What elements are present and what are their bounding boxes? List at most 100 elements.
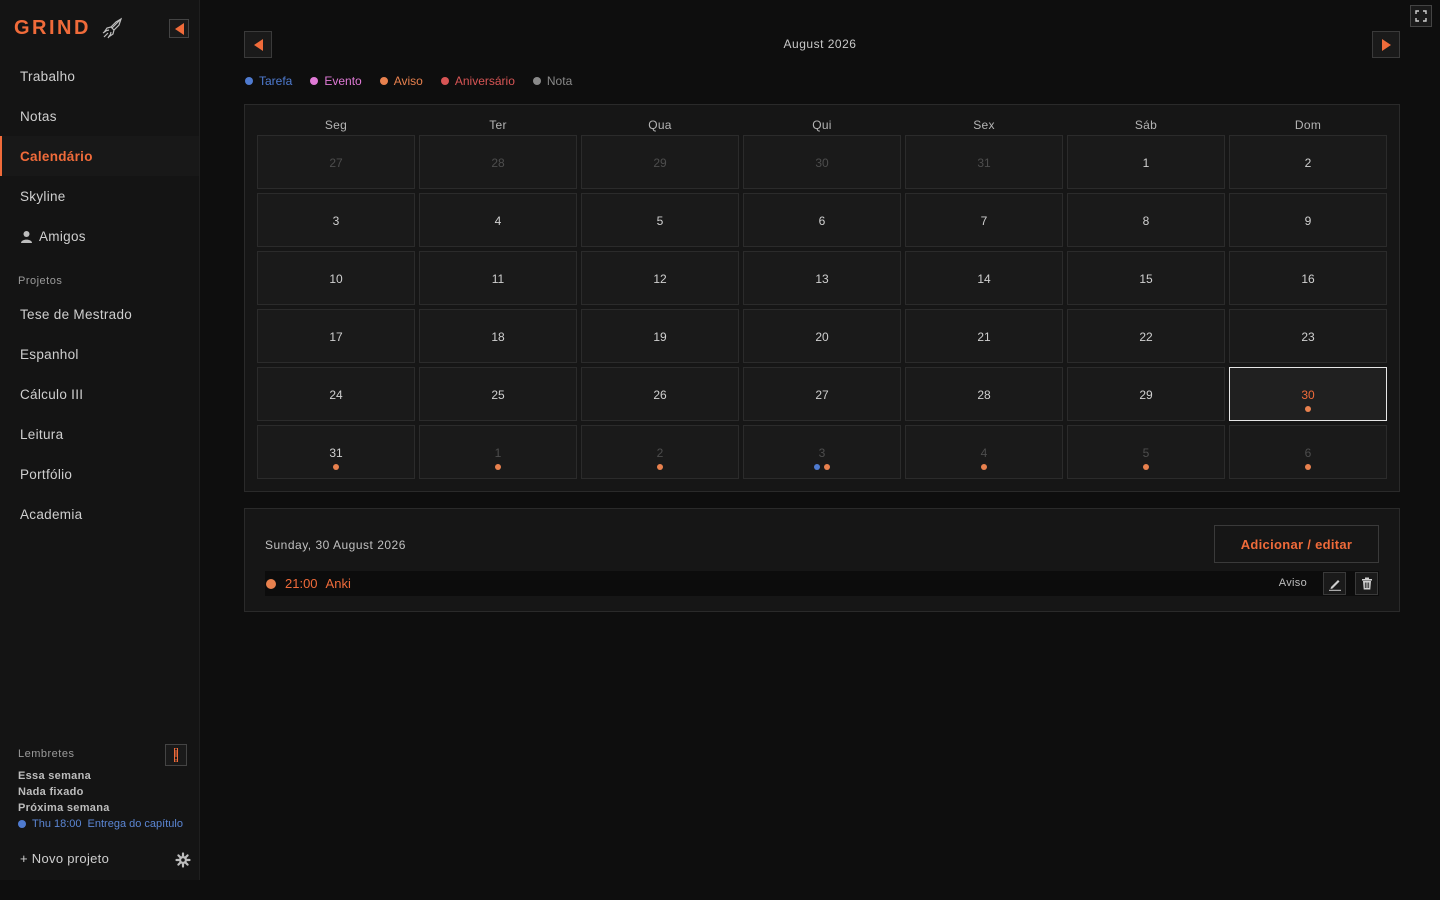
- weekday-header: Sáb: [1134, 118, 1158, 132]
- day-number: 1: [1142, 156, 1150, 170]
- brand-name: GRIND: [14, 16, 91, 39]
- day-cell[interactable]: 31: [257, 425, 415, 479]
- day-cell[interactable]: 11: [419, 251, 577, 305]
- day-cell[interactable]: 18: [419, 309, 577, 363]
- tarefa-dot-icon: [814, 464, 820, 470]
- day-cell[interactable]: 6: [1229, 425, 1387, 479]
- project-item-tese[interactable]: Tese de Mestrado: [0, 294, 199, 334]
- rocket-logo-icon: [101, 16, 125, 40]
- project-item-leitura[interactable]: Leitura: [0, 414, 199, 454]
- day-cell[interactable]: 14: [905, 251, 1063, 305]
- delete-event-button[interactable]: [1355, 572, 1378, 595]
- gear-icon[interactable]: [175, 852, 191, 868]
- user-icon: [20, 230, 33, 243]
- day-cell[interactable]: 27: [257, 135, 415, 189]
- day-cell[interactable]: 19: [581, 309, 739, 363]
- project-item-academia[interactable]: Academia: [0, 494, 199, 534]
- day-cell[interactable]: 27: [743, 367, 901, 421]
- day-cell[interactable]: 30: [743, 135, 901, 189]
- day-cell[interactable]: 1: [1067, 135, 1225, 189]
- event-dots: [582, 464, 738, 470]
- prev-month-button[interactable]: [244, 31, 272, 58]
- triangle-left-icon: [174, 22, 184, 35]
- nav-item-amigos[interactable]: Amigos: [0, 216, 199, 256]
- day-cell[interactable]: 1: [419, 425, 577, 479]
- project-item-portfolio[interactable]: Portfólio: [0, 454, 199, 494]
- day-cell[interactable]: 13: [743, 251, 901, 305]
- next-month-button[interactable]: [1372, 31, 1400, 58]
- reminders-toggle-button[interactable]: [165, 744, 187, 766]
- day-number: 2: [1304, 156, 1312, 170]
- nav-item-skyline[interactable]: Skyline: [0, 176, 199, 216]
- day-cell[interactable]: 31: [905, 135, 1063, 189]
- weekday-header: Seg: [324, 118, 348, 132]
- day-cell[interactable]: 24: [257, 367, 415, 421]
- day-cell[interactable]: 22: [1067, 309, 1225, 363]
- new-project-button[interactable]: + Novo projeto: [20, 851, 109, 866]
- project-item-espanhol[interactable]: Espanhol: [0, 334, 199, 374]
- day-number: 4: [980, 446, 988, 460]
- day-cell[interactable]: 28: [419, 135, 577, 189]
- event-row[interactable]: 21:00 Anki Aviso: [265, 571, 1379, 596]
- nav-item-calendario[interactable]: Calendário: [0, 136, 199, 176]
- tarefa-dot-icon: [18, 820, 26, 828]
- day-cell[interactable]: 28: [905, 367, 1063, 421]
- event-dots: [906, 464, 1062, 470]
- exclamation-icon: [174, 748, 178, 762]
- reminder-text: Entrega do capítulo: [87, 818, 183, 830]
- brand[interactable]: GRIND: [14, 16, 125, 40]
- day-cell[interactable]: 2: [581, 425, 739, 479]
- day-cell[interactable]: 12: [581, 251, 739, 305]
- collapse-sidebar-button[interactable]: [169, 19, 189, 38]
- day-cell[interactable]: 20: [743, 309, 901, 363]
- aviso-dot-icon: [495, 464, 501, 470]
- day-detail-panel: Sunday, 30 August 2026 Adicionar / edita…: [244, 508, 1400, 612]
- aviso-dot-icon: [1305, 406, 1311, 412]
- nav-item-notas[interactable]: Notas: [0, 96, 199, 136]
- weekday-header: Qui: [812, 118, 832, 132]
- day-number: 18: [491, 330, 505, 344]
- nav-item-trabalho[interactable]: Trabalho: [0, 56, 199, 96]
- event-dots: [1230, 464, 1386, 470]
- day-cell[interactable]: 25: [419, 367, 577, 421]
- day-cell[interactable]: 4: [419, 193, 577, 247]
- edit-event-button[interactable]: [1323, 572, 1346, 595]
- day-cell[interactable]: 29: [1067, 367, 1225, 421]
- day-number: 28: [977, 388, 991, 402]
- pencil-icon: [1328, 579, 1341, 591]
- project-label: Cálculo III: [20, 386, 84, 402]
- reminder-item[interactable]: Thu 18:00 Entrega do capítulo: [18, 818, 188, 830]
- day-cell[interactable]: 21: [905, 309, 1063, 363]
- legend: Tarefa Evento Aviso Aniversário Nota: [245, 74, 572, 88]
- day-cell[interactable]: 9: [1229, 193, 1387, 247]
- legend-label: Tarefa: [259, 74, 293, 88]
- day-cell[interactable]: 10: [257, 251, 415, 305]
- day-cell[interactable]: 26: [581, 367, 739, 421]
- legend-label: Aviso: [393, 74, 423, 88]
- day-cell-selected[interactable]: 30: [1229, 367, 1387, 421]
- fullscreen-button[interactable]: [1410, 5, 1432, 27]
- day-number: 29: [1139, 388, 1153, 402]
- add-edit-button[interactable]: Adicionar / editar: [1214, 525, 1379, 563]
- day-number: 9: [1304, 214, 1312, 228]
- day-cell[interactable]: 15: [1067, 251, 1225, 305]
- project-label: Tese de Mestrado: [20, 306, 133, 322]
- project-item-calculo[interactable]: Cálculo III: [0, 374, 199, 414]
- aviso-dot-icon: [1143, 464, 1149, 470]
- day-cell[interactable]: 3: [257, 193, 415, 247]
- day-cell[interactable]: 3: [743, 425, 901, 479]
- day-number: 6: [818, 214, 826, 228]
- day-cell[interactable]: 4: [905, 425, 1063, 479]
- day-cell[interactable]: 6: [743, 193, 901, 247]
- day-cell[interactable]: 8: [1067, 193, 1225, 247]
- day-cell[interactable]: 2: [1229, 135, 1387, 189]
- day-cell[interactable]: 29: [581, 135, 739, 189]
- day-cell[interactable]: 5: [1067, 425, 1225, 479]
- legend-dot-icon: [532, 77, 541, 85]
- day-cell[interactable]: 16: [1229, 251, 1387, 305]
- day-cell[interactable]: 5: [581, 193, 739, 247]
- day-cell[interactable]: 17: [257, 309, 415, 363]
- day-cell[interactable]: 23: [1229, 309, 1387, 363]
- day-cell[interactable]: 7: [905, 193, 1063, 247]
- legend-item: Aviso: [379, 74, 423, 88]
